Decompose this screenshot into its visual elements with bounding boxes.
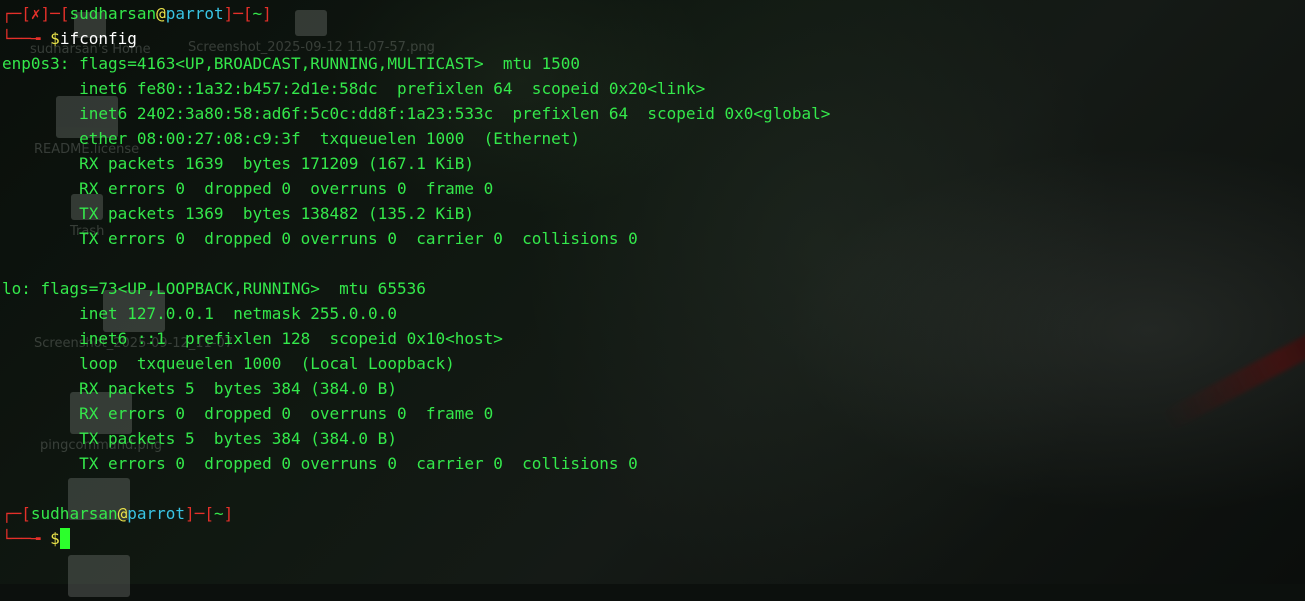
output-line: TX packets 5 bytes 384 (384.0 B) bbox=[2, 429, 397, 448]
command-output: enp0s3: flags=4163<UP,BROADCAST,RUNNING,… bbox=[2, 51, 1302, 501]
output-line: lo: flags=73<UP,LOOPBACK,RUNNING> mtu 65… bbox=[2, 279, 426, 298]
prompt-host: parrot bbox=[165, 4, 224, 23]
output-line: inet6 ::1 prefixlen 128 scopeid 0x10<hos… bbox=[2, 329, 503, 348]
command-line-2[interactable]: └──╼ $ bbox=[2, 526, 1302, 551]
file-icon bbox=[68, 555, 130, 597]
exit-status-icon: ✗ bbox=[30, 4, 41, 23]
prompt-dir: ~ bbox=[213, 504, 224, 523]
output-line: enp0s3: flags=4163<UP,BROADCAST,RUNNING,… bbox=[2, 54, 580, 73]
command-text: ifconfig bbox=[59, 29, 137, 48]
prompt-line-2: ┌─[sudharsan@parrot]─[~] bbox=[2, 504, 234, 523]
output-line: TX errors 0 dropped 0 overruns 0 carrier… bbox=[2, 229, 638, 248]
prompt-symbol: $ bbox=[50, 529, 60, 548]
output-line: loop txqueuelen 1000 (Local Loopback) bbox=[2, 354, 455, 373]
output-line: TX packets 1369 bytes 138482 (135.2 KiB) bbox=[2, 204, 475, 223]
output-line: RX errors 0 dropped 0 overruns 0 frame 0 bbox=[2, 179, 494, 198]
output-line: TX errors 0 dropped 0 overruns 0 carrier… bbox=[2, 454, 638, 473]
output-line: inet 127.0.0.1 netmask 255.0.0.0 bbox=[2, 304, 397, 323]
output-line: inet6 fe80::1a32:b457:2d1e:58dc prefixle… bbox=[2, 79, 706, 98]
output-line: RX packets 5 bytes 384 (384.0 B) bbox=[2, 379, 397, 398]
terminal-output[interactable]: ┌─[✗]─[sudharsan@parrot]─[~] └──╼ $ifcon… bbox=[2, 1, 1302, 551]
output-line: RX packets 1639 bytes 171209 (167.1 KiB) bbox=[2, 154, 475, 173]
prompt-host: parrot bbox=[127, 504, 186, 523]
prompt-at: @ bbox=[156, 4, 166, 23]
prompt-user: sudharsan bbox=[69, 4, 157, 23]
prompt-at: @ bbox=[117, 504, 128, 523]
prompt-symbol: $ bbox=[50, 29, 60, 48]
command-line-1: └──╼ $ifconfig bbox=[2, 29, 137, 48]
desktop-icon-file-2[interactable] bbox=[68, 555, 130, 601]
text-cursor bbox=[59, 528, 70, 549]
output-line: ether 08:00:27:08:c9:3f txqueuelen 1000 … bbox=[2, 129, 580, 148]
prompt-line-1: ┌─[✗]─[sudharsan@parrot]─[~] bbox=[2, 4, 272, 23]
prompt-dir: ~ bbox=[252, 4, 263, 23]
output-line: inet6 2402:3a80:58:ad6f:5c0c:dd8f:1a23:5… bbox=[2, 104, 831, 123]
output-line: RX errors 0 dropped 0 overruns 0 frame 0 bbox=[2, 404, 494, 423]
prompt-user: sudharsan bbox=[30, 504, 118, 523]
